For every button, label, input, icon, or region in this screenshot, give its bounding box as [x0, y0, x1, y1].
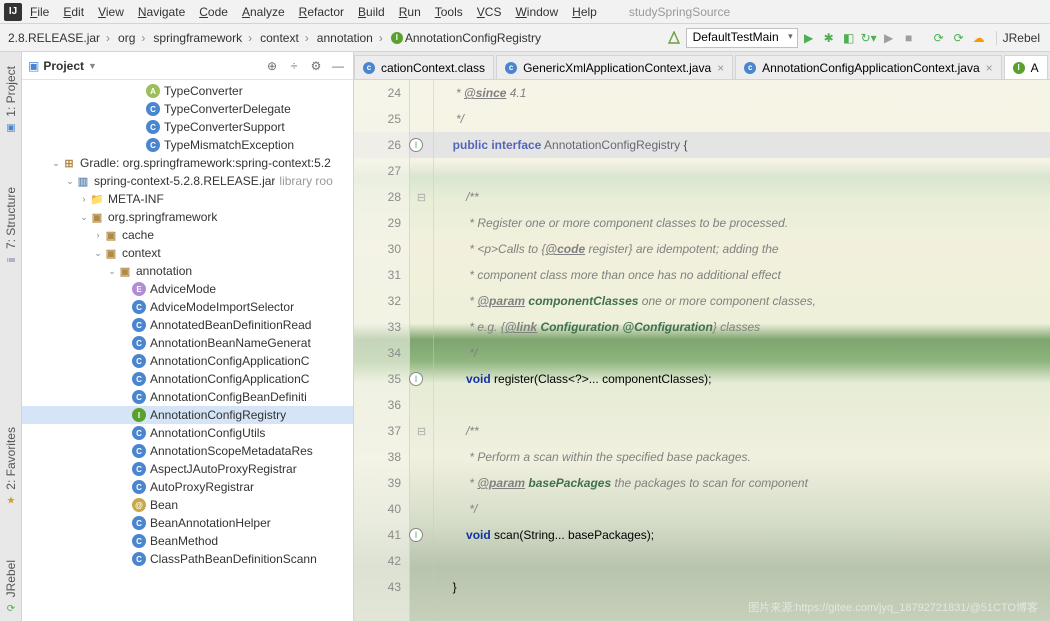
hide-icon[interactable]: —	[329, 57, 347, 75]
menu-run[interactable]: Run	[393, 3, 427, 21]
profile-icon[interactable]: ↻▾	[860, 29, 878, 47]
close-icon[interactable]: ×	[717, 61, 724, 75]
left-tool-bar: ▣1: Project ≔7: Structure ★2: Favorites …	[0, 52, 22, 621]
tree-item[interactable]: CAnnotationConfigBeanDefiniti	[22, 388, 353, 406]
line-gutter[interactable]: 242526I272829303132333435I363738394041I4…	[354, 80, 410, 621]
project-name: studySpringSource	[629, 5, 730, 19]
tree-item[interactable]: EAdviceMode	[22, 280, 353, 298]
jrebel-cloud-icon[interactable]: ☁	[970, 29, 988, 47]
tree-item[interactable]: CAnnotatedBeanDefinitionRead	[22, 316, 353, 334]
menu-edit[interactable]: Edit	[57, 3, 90, 21]
tool-tab-structure[interactable]: ≔7: Structure	[2, 181, 20, 273]
tree-item[interactable]: CAutoProxyRegistrar	[22, 478, 353, 496]
tree-item[interactable]: CClassPathBeanDefinitionScann	[22, 550, 353, 568]
close-icon[interactable]: ×	[986, 61, 993, 75]
menu-help[interactable]: Help	[566, 3, 603, 21]
menu-view[interactable]: View	[92, 3, 130, 21]
menu-tools[interactable]: Tools	[429, 3, 469, 21]
menu-refactor[interactable]: Refactor	[293, 3, 350, 21]
stop-icon[interactable]: ■	[900, 29, 918, 47]
chevron-down-icon[interactable]: ▼	[88, 61, 97, 71]
navigation-toolbar: 2.8.RELEASE.jarorgspringframeworkcontext…	[0, 24, 1050, 52]
project-pane-title[interactable]: Project	[43, 59, 84, 73]
project-pane: ▣ Project ▼ ⊕ ÷ ⚙ — ATypeConverterCTypeC…	[22, 52, 354, 621]
tool-tab-project[interactable]: ▣1: Project	[2, 60, 20, 141]
jrebel-debug-icon[interactable]: ⟳	[950, 29, 968, 47]
menu-build[interactable]: Build	[352, 3, 391, 21]
tree-item[interactable]: CBeanMethod	[22, 532, 353, 550]
tree-item[interactable]: CTypeConverterDelegate	[22, 100, 353, 118]
project-icon: ▣	[28, 59, 39, 73]
tree-item[interactable]: CAnnotationScopeMetadataRes	[22, 442, 353, 460]
menu-file[interactable]: File	[24, 3, 55, 21]
editor-tab[interactable]: IA	[1004, 55, 1048, 79]
tool-tab-favorites[interactable]: ★2: Favorites	[2, 421, 20, 514]
tree-item[interactable]: @Bean	[22, 496, 353, 514]
tree-item[interactable]: ⌄▣annotation	[22, 262, 353, 280]
editor-tab[interactable]: ccationContext.class	[354, 55, 494, 79]
watermark: 图片来源:https://gitee.com/jyq_18792721831/@…	[748, 599, 1038, 615]
tree-item[interactable]: CAnnotationBeanNameGenerat	[22, 334, 353, 352]
menu-code[interactable]: Code	[193, 3, 234, 21]
run-config-label: DefaultTestMain	[693, 30, 779, 44]
breadcrumb-2[interactable]: springframework	[149, 29, 256, 47]
editor-tabs: ccationContext.classcGenericXmlApplicati…	[354, 52, 1050, 80]
tree-item[interactable]: CAnnotationConfigUtils	[22, 424, 353, 442]
app-logo-icon: IJ	[4, 3, 22, 21]
tree-item[interactable]: CAnnotationConfigApplicationC	[22, 352, 353, 370]
project-tree[interactable]: ATypeConverterCTypeConverterDelegateCTyp…	[22, 80, 353, 621]
code-editor[interactable]: 242526I272829303132333435I363738394041I4…	[354, 80, 1050, 621]
tree-item[interactable]: ›📁META-INF	[22, 190, 353, 208]
breadcrumb-5[interactable]: I AnnotationConfigRegistry	[387, 29, 551, 47]
menu-vcs[interactable]: VCS	[471, 3, 508, 21]
menu-navigate[interactable]: Navigate	[132, 3, 191, 21]
tree-item[interactable]: CBeanAnnotationHelper	[22, 514, 353, 532]
tree-item[interactable]: CAspectJAutoProxyRegistrar	[22, 460, 353, 478]
tree-item[interactable]: ⌄▥spring-context-5.2.8.RELEASE.jarlibrar…	[22, 172, 353, 190]
tree-item[interactable]: ⌄⊞Gradle: org.springframework:spring-con…	[22, 154, 353, 172]
collapse-icon[interactable]: ÷	[285, 57, 303, 75]
breadcrumb-3[interactable]: context	[256, 29, 313, 47]
tree-item[interactable]: CTypeMismatchException	[22, 136, 353, 154]
code-content[interactable]: * @since 4.1 */ public interface Annotat…	[434, 80, 1050, 621]
tree-item[interactable]: CTypeConverterSupport	[22, 118, 353, 136]
debug-icon[interactable]: ✱	[820, 29, 838, 47]
breadcrumb-0[interactable]: 2.8.RELEASE.jar	[4, 29, 114, 47]
attach-icon[interactable]: ▶	[880, 29, 898, 47]
project-pane-header: ▣ Project ▼ ⊕ ÷ ⚙ —	[22, 52, 353, 80]
jrebel-run-icon[interactable]: ⟳	[930, 29, 948, 47]
tree-item[interactable]: IAnnotationConfigRegistry	[22, 406, 353, 424]
editor-area: ccationContext.classcGenericXmlApplicati…	[354, 52, 1050, 621]
tree-item[interactable]: CAnnotationConfigApplicationC	[22, 370, 353, 388]
editor-tab[interactable]: cAnnotationConfigApplicationContext.java…	[735, 55, 1002, 79]
breadcrumb-4[interactable]: annotation	[313, 29, 387, 47]
gear-icon[interactable]: ⚙	[307, 57, 325, 75]
tool-tab-jrebel[interactable]: ⟳JRebel	[2, 554, 20, 621]
tree-item[interactable]: ›▣cache	[22, 226, 353, 244]
editor-tab[interactable]: cGenericXmlApplicationContext.java×	[496, 55, 733, 79]
menu-analyze[interactable]: Analyze	[236, 3, 291, 21]
run-icon[interactable]: ▶	[800, 29, 818, 47]
menu-window[interactable]: Window	[509, 3, 564, 21]
coverage-icon[interactable]: ◧	[840, 29, 858, 47]
tree-item[interactable]: ATypeConverter	[22, 82, 353, 100]
jrebel-label[interactable]: JRebel	[996, 31, 1046, 45]
run-config-selector[interactable]: DefaultTestMain	[686, 28, 798, 48]
breadcrumb-1[interactable]: org	[114, 29, 149, 47]
menubar: IJ FileEditViewNavigateCodeAnalyzeRefact…	[0, 0, 1050, 24]
tree-item[interactable]: CAdviceModeImportSelector	[22, 298, 353, 316]
tree-item[interactable]: ⌄▣context	[22, 244, 353, 262]
build-icon[interactable]	[664, 28, 684, 48]
tree-item[interactable]: ⌄▣org.springframework	[22, 208, 353, 226]
target-icon[interactable]: ⊕	[263, 57, 281, 75]
